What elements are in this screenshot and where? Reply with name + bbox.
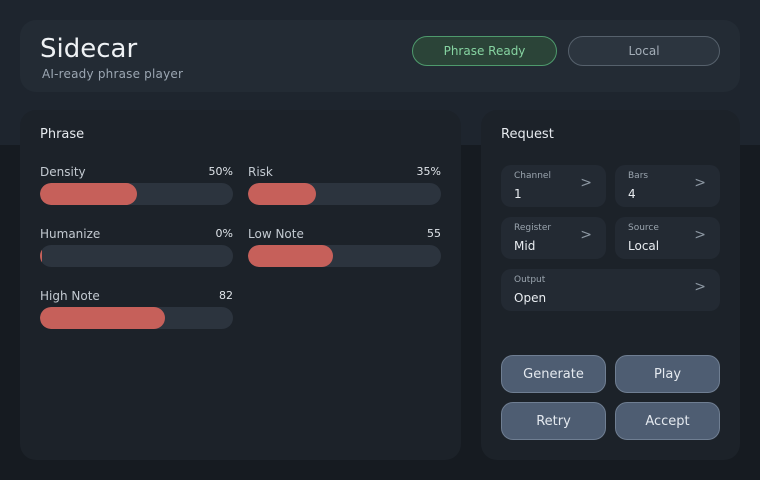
slider-label: Humanize — [40, 227, 101, 241]
slider-value: 35% — [416, 165, 441, 178]
field-label: Channel — [514, 171, 551, 181]
field-label: Register — [514, 223, 552, 233]
field-value: Open — [514, 291, 547, 305]
high-note-slider[interactable]: High Note 82 — [40, 289, 233, 339]
accept-button[interactable]: Accept — [615, 402, 720, 440]
density-slider[interactable]: Density 50% — [40, 165, 233, 215]
slider-track[interactable] — [248, 245, 441, 267]
phrase-panel: Phrase Density 50% Risk 35% Humanize 0% … — [20, 110, 461, 460]
register-select[interactable]: Register Mid > — [501, 217, 606, 259]
app-header: Sidecar AI-ready phrase player Phrase Re… — [20, 20, 740, 92]
app-title: Sidecar — [40, 34, 138, 64]
slider-label: Low Note — [248, 227, 304, 241]
app-subtitle: AI-ready phrase player — [42, 67, 184, 81]
chevron-right-icon: > — [580, 175, 592, 191]
slider-value: 50% — [208, 165, 233, 178]
field-label: Output — [514, 275, 546, 285]
phrase-panel-title: Phrase — [40, 127, 85, 142]
field-label: Source — [628, 223, 659, 233]
source-select[interactable]: Source Local > — [615, 217, 720, 259]
output-select[interactable]: Output Open > — [501, 269, 720, 311]
field-value: Mid — [514, 239, 536, 253]
slider-label: Risk — [248, 165, 273, 179]
slider-value: 82 — [219, 289, 233, 302]
humanize-slider[interactable]: Humanize 0% — [40, 227, 233, 277]
slider-value: 55 — [427, 227, 441, 240]
field-value: Local — [628, 239, 660, 253]
request-panel-title: Request — [501, 127, 554, 142]
slider-fill — [40, 307, 166, 329]
chevron-right-icon: > — [694, 175, 706, 191]
slider-fill — [40, 183, 137, 205]
slider-fill — [248, 245, 333, 267]
slider-label: Density — [40, 165, 86, 179]
low-note-slider[interactable]: Low Note 55 — [248, 227, 441, 277]
field-value: 1 — [514, 187, 522, 201]
slider-track[interactable] — [40, 245, 233, 267]
channel-select[interactable]: Channel 1 > — [501, 165, 606, 207]
slider-fill — [248, 183, 316, 205]
slider-fill — [40, 245, 42, 267]
play-button[interactable]: Play — [615, 355, 720, 393]
chevron-right-icon: > — [694, 227, 706, 243]
request-panel: Request Channel 1 > Bars 4 > Register Mi… — [481, 110, 740, 460]
field-label: Bars — [628, 171, 649, 181]
chevron-right-icon: > — [580, 227, 592, 243]
risk-slider[interactable]: Risk 35% — [248, 165, 441, 215]
mode-badge[interactable]: Local — [568, 36, 720, 66]
slider-label: High Note — [40, 289, 100, 303]
field-value: 4 — [628, 187, 636, 201]
retry-button[interactable]: Retry — [501, 402, 606, 440]
slider-track[interactable] — [40, 307, 233, 329]
bars-select[interactable]: Bars 4 > — [615, 165, 720, 207]
generate-button[interactable]: Generate — [501, 355, 606, 393]
status-badge: Phrase Ready — [412, 36, 557, 66]
slider-track[interactable] — [40, 183, 233, 205]
chevron-right-icon: > — [694, 279, 706, 295]
slider-value: 0% — [215, 227, 233, 240]
slider-track[interactable] — [248, 183, 441, 205]
